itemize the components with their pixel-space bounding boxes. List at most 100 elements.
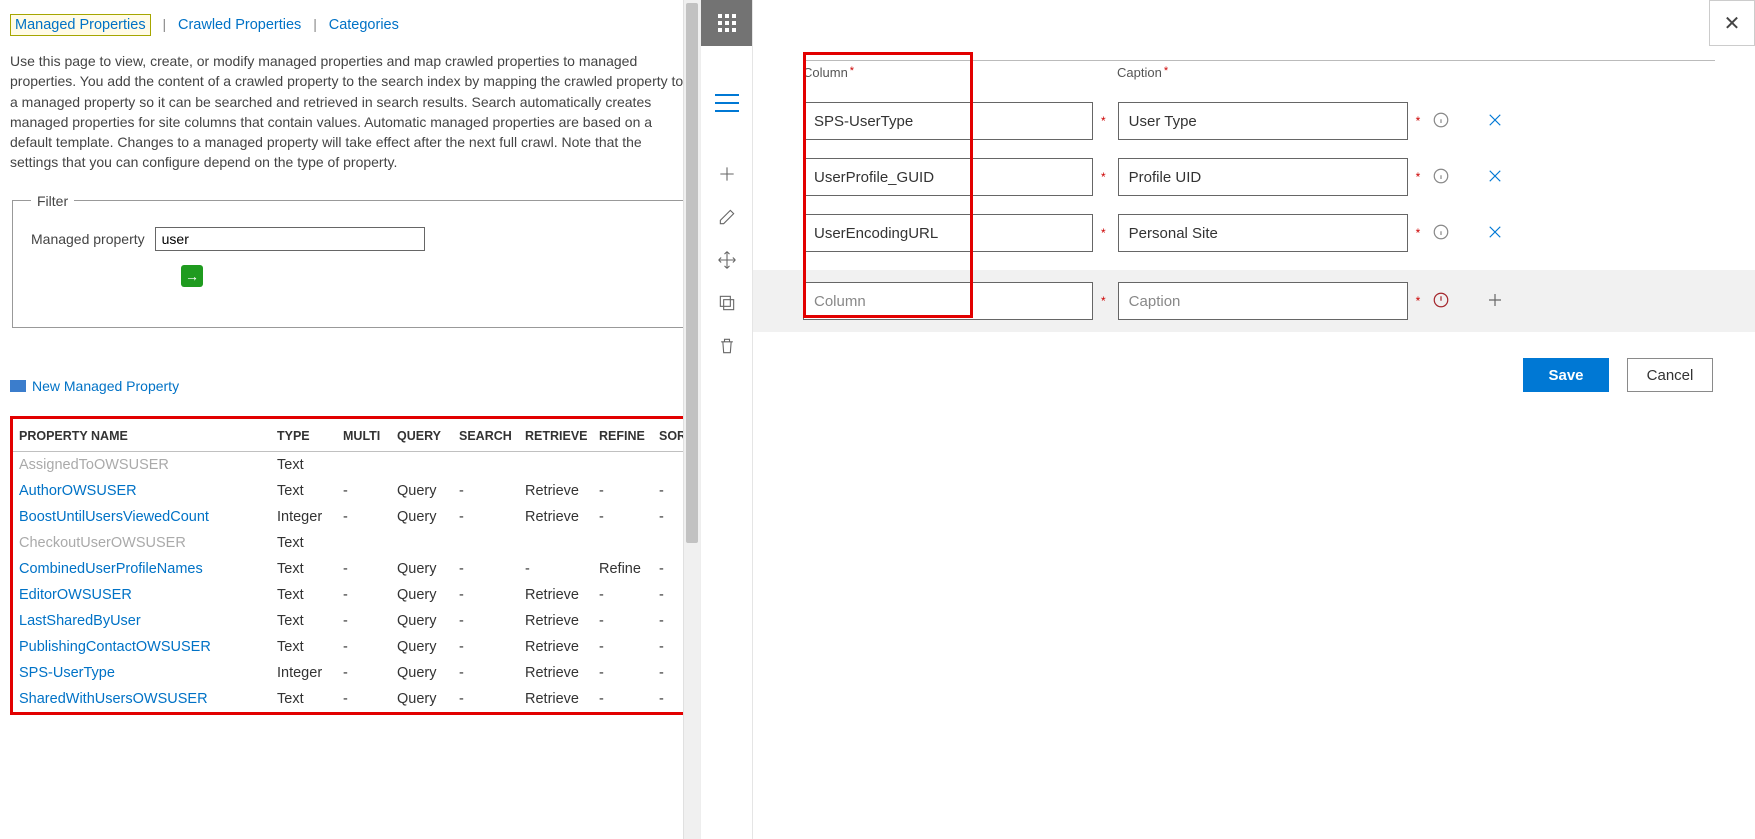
cell-type: Text	[271, 686, 337, 712]
cancel-button[interactable]: Cancel	[1627, 358, 1713, 392]
new-managed-property[interactable]: New Managed Property	[10, 378, 690, 394]
column-input-new[interactable]	[803, 282, 1093, 320]
warning-icon[interactable]	[1432, 291, 1450, 312]
column-mapping-dialog: ✕ Column* Caption* ******** Save Cancel	[752, 0, 1755, 839]
property-name-link[interactable]: SharedWithUsersOWSUSER	[19, 691, 208, 707]
header-caption: Caption*	[1117, 65, 1715, 80]
cell-retrieve: Retrieve	[519, 660, 593, 686]
cell-query: Query	[391, 634, 453, 660]
cell-retrieve: Retrieve	[519, 608, 593, 634]
filter-input[interactable]	[155, 227, 425, 251]
caption-input[interactable]	[1118, 102, 1408, 140]
required-mark: *	[1416, 170, 1421, 184]
cell-query: Query	[391, 556, 453, 582]
mapping-row: **	[803, 214, 1715, 252]
hamburger-menu-button[interactable]	[715, 94, 739, 112]
info-icon[interactable]	[1432, 167, 1450, 188]
managed-properties-page: Managed Properties | Crawled Properties …	[0, 0, 700, 839]
property-name-link[interactable]: AuthorOWSUSER	[19, 483, 137, 499]
arrow-right-icon: →	[185, 268, 199, 284]
highlight-box-table: PROPERTY NAME TYPE MULTI QUERY SEARCH RE…	[10, 416, 690, 715]
tab-managed-properties[interactable]: Managed Properties	[10, 14, 151, 36]
table-row: SPS-UserTypeInteger-Query-Retrieve--	[13, 660, 693, 686]
cell-refine: Refine	[593, 556, 653, 582]
app-launcher-button[interactable]	[701, 0, 753, 46]
edit-icon[interactable]	[717, 207, 737, 230]
property-name-link[interactable]: SPS-UserType	[19, 665, 115, 681]
cell-search: -	[453, 686, 519, 712]
column-input[interactable]	[803, 102, 1093, 140]
cell-refine	[593, 451, 653, 478]
property-name-link[interactable]: LastSharedByUser	[19, 613, 141, 629]
tab-categories[interactable]: Categories	[329, 17, 399, 33]
add-row-icon[interactable]	[1486, 291, 1504, 312]
filter-fieldset: Filter Managed property →	[12, 193, 688, 328]
scrollbar-thumb[interactable]	[686, 3, 698, 543]
cell-type: Text	[271, 556, 337, 582]
filter-go-button[interactable]: →	[181, 265, 203, 287]
required-mark: *	[1416, 226, 1421, 240]
intro-text: Use this page to view, create, or modify…	[10, 51, 690, 173]
copy-icon[interactable]	[717, 293, 737, 316]
remove-row-icon[interactable]	[1486, 223, 1504, 244]
cell-refine: -	[593, 478, 653, 504]
th-retrieve[interactable]: RETRIEVE	[519, 421, 593, 452]
property-name-link[interactable]: EditorOWSUSER	[19, 587, 132, 603]
cell-multi: -	[337, 504, 391, 530]
new-item-icon	[10, 380, 26, 392]
cell-multi: -	[337, 686, 391, 712]
add-icon[interactable]	[717, 164, 737, 187]
th-property-name[interactable]: PROPERTY NAME	[13, 421, 271, 452]
save-button[interactable]: Save	[1523, 358, 1609, 392]
column-input[interactable]	[803, 214, 1093, 252]
th-query[interactable]: QUERY	[391, 421, 453, 452]
cell-search: -	[453, 582, 519, 608]
info-icon[interactable]	[1432, 223, 1450, 244]
th-multi[interactable]: MULTI	[337, 421, 391, 452]
th-type[interactable]: TYPE	[271, 421, 337, 452]
th-search[interactable]: SEARCH	[453, 421, 519, 452]
cell-multi	[337, 451, 391, 478]
cell-type: Integer	[271, 504, 337, 530]
remove-row-icon[interactable]	[1486, 111, 1504, 132]
delete-icon[interactable]	[717, 336, 737, 359]
cell-type: Text	[271, 634, 337, 660]
table-row: BoostUntilUsersViewedCountInteger-Query-…	[13, 504, 693, 530]
managed-properties-table: PROPERTY NAME TYPE MULTI QUERY SEARCH RE…	[13, 421, 693, 712]
cell-type: Text	[271, 478, 337, 504]
scrollbar[interactable]	[683, 0, 700, 839]
property-name-link[interactable]: CombinedUserProfileNames	[19, 561, 203, 577]
cell-query: Query	[391, 582, 453, 608]
property-name-link[interactable]: BoostUntilUsersViewedCount	[19, 509, 209, 525]
caption-input-new[interactable]	[1118, 282, 1408, 320]
required-mark: *	[1101, 114, 1106, 128]
cell-query: Query	[391, 686, 453, 712]
new-managed-property-link[interactable]: New Managed Property	[32, 378, 179, 394]
cell-multi: -	[337, 608, 391, 634]
tab-crawled-properties[interactable]: Crawled Properties	[178, 17, 301, 33]
filter-label: Managed property	[31, 231, 145, 247]
waffle-icon	[718, 14, 736, 32]
cell-multi	[337, 530, 391, 556]
cell-search	[453, 530, 519, 556]
cell-search: -	[453, 478, 519, 504]
cell-search: -	[453, 608, 519, 634]
required-mark: *	[1101, 294, 1106, 308]
move-icon[interactable]	[717, 250, 737, 273]
caption-input[interactable]	[1118, 214, 1408, 252]
caption-input[interactable]	[1118, 158, 1408, 196]
mapping-new-row: **	[753, 270, 1755, 332]
th-refine[interactable]: REFINE	[593, 421, 653, 452]
app-rail	[700, 0, 752, 839]
header-column: Column*	[803, 65, 1099, 80]
property-name-link[interactable]: PublishingContactOWSUSER	[19, 639, 211, 655]
cell-type: Integer	[271, 660, 337, 686]
column-input[interactable]	[803, 158, 1093, 196]
required-mark: *	[1101, 226, 1106, 240]
info-icon[interactable]	[1432, 111, 1450, 132]
filter-legend: Filter	[31, 193, 74, 209]
remove-row-icon[interactable]	[1486, 167, 1504, 188]
cell-multi: -	[337, 582, 391, 608]
cell-refine: -	[593, 634, 653, 660]
cell-type: Text	[271, 582, 337, 608]
